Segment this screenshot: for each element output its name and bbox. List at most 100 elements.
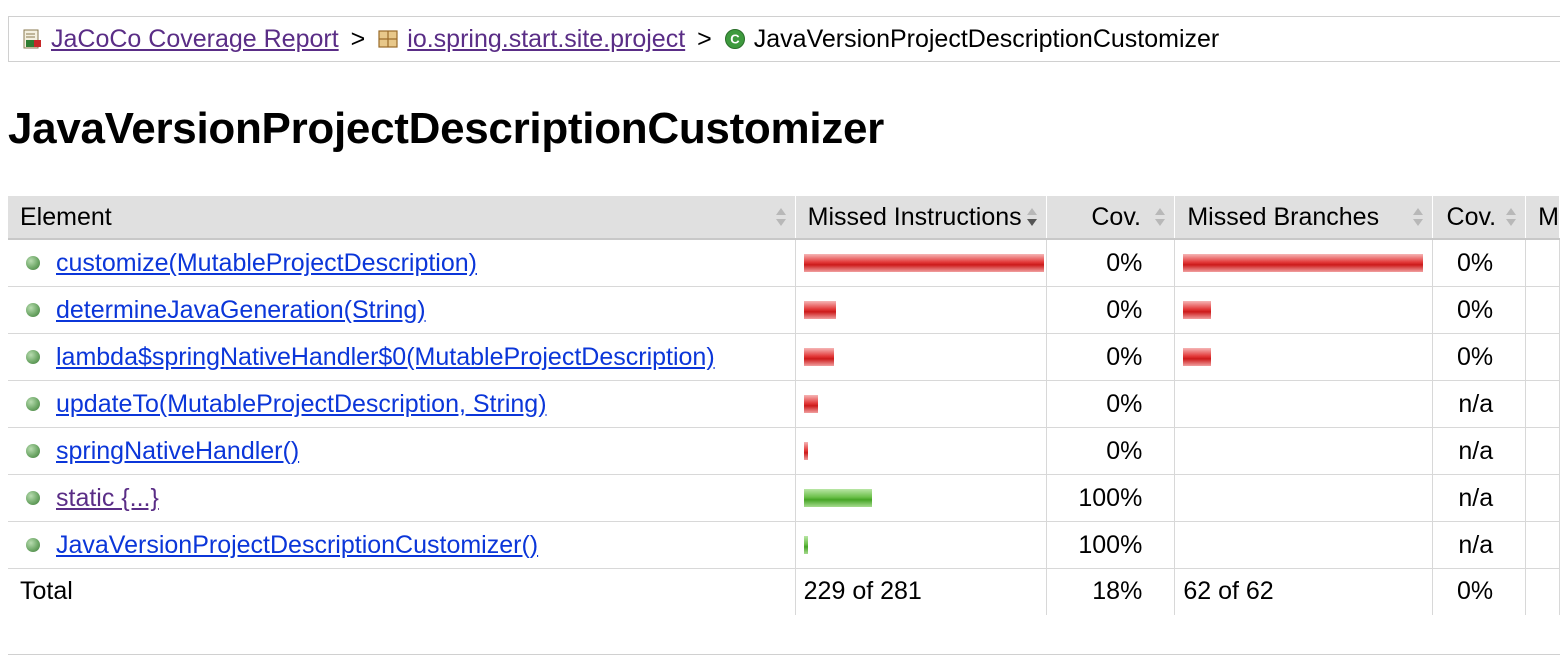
table-row: JavaVersionProjectDescriptionCustomizer(… [8,521,1560,569]
instructions-cov: 0% [1046,286,1176,334]
missed-instructions-bar-cell [795,427,1048,475]
missed-branch-bar [1183,348,1212,366]
extra-cell [1525,333,1560,381]
missed-instructions-bar-cell [795,239,1048,287]
table-row: lambda$springNativeHandler$0(MutableProj… [8,333,1560,381]
method-dot-icon [26,491,40,506]
missed-bar [803,301,836,319]
missed-instructions-bar-cell [795,380,1048,428]
column-header-missed-branches[interactable]: Missed Branches [1174,196,1433,240]
total-label: Total [8,568,796,615]
breadcrumb-report-link[interactable]: JaCoCo Coverage Report [51,25,339,54]
method-dot-icon [26,444,40,459]
instructions-cov: 0% [1046,333,1176,381]
missed-branches-bar-cell [1174,427,1433,475]
method-dot-icon [26,303,40,318]
table-row: updateTo(MutableProjectDescription, Stri… [8,380,1560,428]
page-title: JavaVersionProjectDescriptionCustomizer [8,104,884,153]
instructions-cov: 0% [1046,239,1176,287]
total-branches-cov: 0% [1432,568,1527,615]
sort-descending-icon [1026,208,1038,228]
branches-cov: n/a [1432,427,1527,475]
column-header-missed-instructions[interactable]: Missed Instructions [795,196,1048,240]
table-row: springNativeHandler() 0% n/a [8,427,1560,475]
missed-bar [803,395,818,413]
class-icon: C [724,29,745,49]
instructions-cov: 0% [1046,380,1176,428]
element-cell: customize(MutableProjectDescription) [8,239,796,287]
method-link[interactable]: customize(MutableProjectDescription) [56,249,477,277]
missed-branches-bar-cell [1174,521,1433,569]
missed-branches-bar-cell [1174,239,1433,287]
sort-icon [1154,208,1166,228]
sort-icon [775,208,787,228]
breadcrumb: JaCoCo Coverage Report > io.spring.start… [8,16,1560,62]
instructions-cov: 0% [1046,427,1176,475]
column-header-branches-cov[interactable]: Cov. [1432,196,1527,240]
missed-branches-bar-cell [1174,333,1433,381]
instructions-cov: 100% [1046,474,1176,522]
method-dot-icon [26,256,40,271]
header-row: Element Missed Instructions Cov. Missed … [8,196,1560,240]
report-icon [23,29,41,49]
missed-branches-bar-cell [1174,380,1433,428]
breadcrumb-current: JavaVersionProjectDescriptionCustomizer [753,24,1220,53]
method-link[interactable]: static {...} [56,484,159,512]
breadcrumb-separator: > [350,24,366,53]
missed-branches-bar-cell [1174,286,1433,334]
total-branches: 62 of 62 [1174,568,1433,615]
missed-branch-bar [1183,301,1212,319]
table-row: customize(MutableProjectDescription) 0% 0% [8,239,1560,287]
table-row: determineJavaGeneration(String) 0% 0% [8,286,1560,334]
breadcrumb-separator: > [697,24,712,53]
sort-icon [1505,208,1517,228]
svg-text:C: C [730,32,740,47]
element-cell: static {...} [8,474,796,522]
missed-instructions-bar-cell [795,521,1048,569]
missed-instructions-bar-cell [795,286,1048,334]
element-cell: updateTo(MutableProjectDescription, Stri… [8,380,796,428]
column-header-element[interactable]: Element [8,196,796,240]
covered-bar [803,536,808,554]
extra-cell [1525,286,1560,334]
branches-cov: n/a [1432,380,1527,428]
element-cell: JavaVersionProjectDescriptionCustomizer(… [8,521,796,569]
method-dot-icon [26,538,40,553]
branches-cov: n/a [1432,474,1527,522]
missed-instructions-bar-cell [795,474,1048,522]
covered-bar [803,489,872,507]
total-instructions-cov: 18% [1046,568,1176,615]
package-icon [378,30,398,48]
total-extra-cell [1525,568,1560,615]
coverage-table: Element Missed Instructions Cov. Missed … [8,196,1560,615]
extra-cell [1525,474,1560,522]
method-dot-icon [26,350,40,365]
missed-bar [803,254,1044,272]
method-dot-icon [26,397,40,412]
column-header-missed-complexity[interactable]: M [1525,196,1560,240]
missed-branches-bar-cell [1174,474,1433,522]
extra-cell [1525,380,1560,428]
footer-divider [8,654,1560,655]
branches-cov: 0% [1432,333,1527,381]
method-link[interactable]: updateTo(MutableProjectDescription, Stri… [56,390,547,418]
extra-cell [1525,427,1560,475]
method-link[interactable]: springNativeHandler() [56,437,299,465]
element-cell: determineJavaGeneration(String) [8,286,796,334]
total-instructions: 229 of 281 [795,568,1048,615]
element-cell: lambda$springNativeHandler$0(MutableProj… [8,333,796,381]
missed-bar [803,442,808,460]
method-link[interactable]: lambda$springNativeHandler$0(MutableProj… [56,343,715,371]
missed-instructions-bar-cell [795,333,1048,381]
element-cell: springNativeHandler() [8,427,796,475]
method-link[interactable]: JavaVersionProjectDescriptionCustomizer(… [56,531,538,559]
missed-bar [803,348,834,366]
method-link[interactable]: determineJavaGeneration(String) [56,296,426,324]
branches-cov: n/a [1432,521,1527,569]
column-header-instructions-cov[interactable]: Cov. [1046,196,1176,240]
extra-cell [1525,521,1560,569]
branches-cov: 0% [1432,286,1527,334]
breadcrumb-package-link[interactable]: io.spring.start.site.project [407,25,685,54]
total-row: Total 229 of 281 18% 62 of 62 0% [8,568,1560,615]
extra-cell [1525,239,1560,287]
